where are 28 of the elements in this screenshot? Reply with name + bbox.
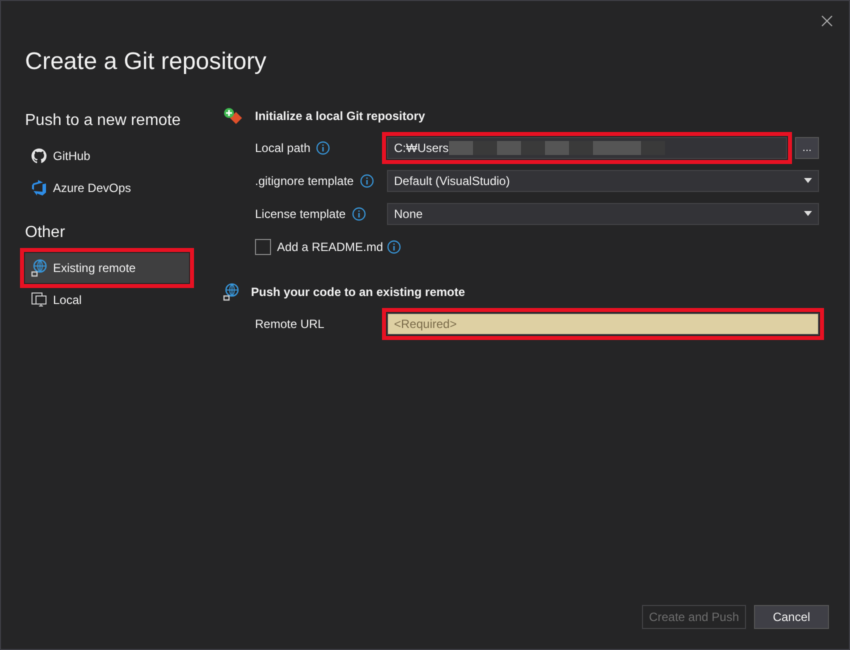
field-label: License template xyxy=(255,206,346,222)
section-heading: Push your code to an existing remote xyxy=(251,284,466,301)
caret-icon xyxy=(804,210,812,216)
caret-icon xyxy=(804,178,812,184)
field-label: Remote URL xyxy=(255,316,324,332)
close-icon xyxy=(819,12,835,29)
computer-icon xyxy=(31,292,47,308)
sidebar-item[interactable]: Local xyxy=(25,285,189,315)
git-add-icon xyxy=(223,107,243,125)
sidebar-item[interactable]: Azure DevOps xyxy=(25,173,189,203)
azure-devops-icon xyxy=(31,180,47,196)
window-title: Create a Git repository xyxy=(25,47,268,77)
field-label: .gitignore template xyxy=(255,172,354,190)
sidebar-item[interactable]: Existing remote xyxy=(25,253,189,283)
dialog-button[interactable]: Cancel xyxy=(754,605,829,629)
field-label: Local path xyxy=(255,140,310,156)
section-heading: Initialize a local Git repository xyxy=(255,108,426,125)
dropdown[interactable]: Default (VisualStudio) xyxy=(387,170,819,192)
checkbox[interactable] xyxy=(255,238,271,254)
github-icon xyxy=(31,148,47,164)
dropdown[interactable]: None xyxy=(387,202,819,224)
checkbox-label: Add a README.md xyxy=(277,238,384,256)
browse-button[interactable]: ... xyxy=(795,136,819,158)
sidebar-item[interactable]: GitHub xyxy=(25,141,189,171)
sidebar-heading: Push to a new remote xyxy=(25,111,182,131)
globe-icon xyxy=(223,283,239,301)
globe-icon xyxy=(31,259,47,277)
sidebar-heading: Other xyxy=(25,223,66,243)
